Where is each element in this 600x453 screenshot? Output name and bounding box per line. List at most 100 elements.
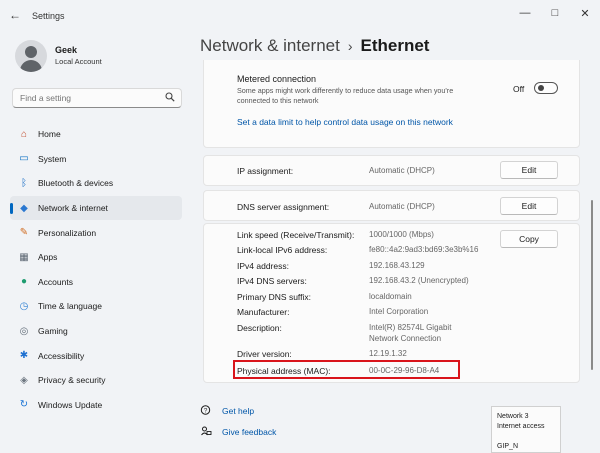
property-label: Description: [237,323,282,333]
accounts-icon: ● [20,276,28,288]
user-name: Geek [55,45,78,55]
property-value: Intel Corporation [369,307,429,316]
ip-assignment-label: IP assignment: [237,166,294,176]
property-label: Primary DNS suffix: [237,292,311,302]
accessibility-icon: ✱ [19,350,29,362]
sidebar-item-time-language[interactable]: ◷ Time & language [10,294,182,319]
sidebar-item-label: Apps [38,252,58,263]
breadcrumb: Network & internet › Ethernet [200,36,429,56]
tooltip-extra: GIP_N [497,443,519,450]
sidebar-item-home[interactable]: ⌂ Home [10,122,182,147]
sidebar-item-label: Network & internet [38,203,108,214]
sidebar-item-system[interactable]: ▭ System [10,147,182,172]
avatar [15,40,47,72]
sidebar-item-label: Time & language [38,301,102,312]
metered-title: Metered connection [237,74,317,84]
property-label: Driver version: [237,349,292,359]
system-icon: ▭ [19,153,29,165]
page-title: Ethernet [360,36,430,55]
property-value: fe80::4a2:9ad3:bd69:3e3b%16 [369,245,479,254]
help-icon: ? [200,405,211,415]
get-help-link[interactable]: Get help [222,406,254,416]
sidebar-nav: ⌂ Home ▭ System ᛒ Bluetooth & devices ◆ Network… [10,122,182,417]
copy-button[interactable]: Copy [500,230,558,248]
dns-assignment-card: DNS server assignment: Automatic (DHCP) … [203,190,580,221]
settings-content: Authentication settings Metered connecti… [203,60,580,393]
mac-highlight-box [233,360,460,379]
title-bar: ← Settings — □ ✕ [0,0,600,30]
search-input[interactable] [13,89,153,107]
tooltip-network-name: Network 3 [497,413,529,420]
ip-assignment-value: Automatic (DHCP) [369,166,435,175]
properties-card: Copy Link speed (Receive/Transmit): 1000… [203,223,580,383]
close-button[interactable]: ✕ [570,4,600,22]
home-icon: ⌂ [20,128,28,140]
property-value-line2: Network Connection [369,334,442,343]
metered-toggle[interactable] [534,82,558,94]
sidebar-item-label: System [38,153,67,164]
sidebar-item-label: Personalization [38,227,97,238]
dns-assignment-value: Automatic (DHCP) [369,202,435,211]
sidebar-item-label: Windows Update [38,399,103,410]
sidebar-item-label: Accounts [38,276,73,287]
app-title: Settings [32,11,65,21]
property-value: 1000/1000 (Mbps) [369,230,434,239]
sidebar-item-label: Accessibility [38,350,85,361]
sidebar-item-bluetooth-devices[interactable]: ᛒ Bluetooth & devices [10,171,182,196]
sidebar-item-gaming[interactable]: ◎ Gaming [10,319,182,344]
property-label: IPv4 DNS servers: [237,276,307,286]
get-help-row[interactable]: ? Get help [200,405,254,416]
property-value: Intel(R) 82574L Gigabit [369,323,452,332]
ip-assignment-card: IP assignment: Automatic (DHCP) Edit [203,155,580,186]
sidebar-item-apps[interactable]: ▦ Apps [10,245,182,270]
sidebar-item-label: Privacy & security [38,375,106,386]
breadcrumb-separator: › [347,38,353,54]
property-label: Link-local IPv6 address: [237,245,328,255]
sidebar-item-label: Home [38,129,61,140]
sidebar-item-label: Bluetooth & devices [38,178,114,189]
search-icon[interactable] [165,92,175,102]
privacy-shield-icon: ◈ [20,374,28,386]
sidebar-item-accounts[interactable]: ● Accounts [10,270,182,295]
sidebar-item-accessibility[interactable]: ✱ Accessibility [10,343,182,368]
minimize-button[interactable]: — [510,4,540,22]
network-tooltip: Network 3 Internet access GIP_N [491,406,561,453]
account-type: Local Account [55,57,102,66]
personalization-icon: ✎ [19,227,29,239]
bluetooth-icon: ᛒ [21,177,27,189]
network-icon: ◆ [20,202,28,214]
sidebar-item-personalization[interactable]: ✎ Personalization [10,220,182,245]
property-value: localdomain [369,292,412,301]
sidebar-item-network-internet[interactable]: ◆ Network & internet [10,195,182,221]
svg-text:?: ? [204,408,208,415]
sidebar-item-windows-update[interactable]: ↻ Windows Update [10,393,182,418]
property-label: Link speed (Receive/Transmit): [237,230,355,240]
data-limit-link[interactable]: Set a data limit to help control data us… [237,117,453,127]
dns-assignment-label: DNS server assignment: [237,202,330,212]
time-language-icon: ◷ [19,300,29,312]
windows-update-icon: ↻ [19,399,29,411]
apps-icon: ▦ [19,251,29,263]
property-value: 192.168.43.2 (Unencrypted) [369,276,469,285]
property-value: 192.168.43.129 [369,261,425,270]
metered-description: Some apps might work differently to redu… [237,86,454,105]
feedback-icon [201,426,212,436]
scrollbar[interactable] [591,200,593,370]
property-value: 12.19.1.32 [369,349,407,358]
give-feedback-link[interactable]: Give feedback [222,427,276,437]
property-label: IPv4 address: [237,261,289,271]
sidebar-item-privacy-security[interactable]: ◈ Privacy & security [10,368,182,393]
property-label: Manufacturer: [237,307,290,317]
ip-edit-button[interactable]: Edit [500,161,558,179]
breadcrumb-parent[interactable]: Network & internet [200,36,340,55]
maximize-button[interactable]: □ [540,4,570,22]
gaming-icon: ◎ [19,325,29,337]
give-feedback-row[interactable]: Give feedback [200,426,276,437]
search-box[interactable] [12,88,182,108]
back-arrow-icon[interactable]: ← [9,8,21,22]
tooltip-status: Internet access [497,423,545,430]
metered-state-label: Off [513,84,525,94]
dns-edit-button[interactable]: Edit [500,197,558,215]
metered-card: Authentication settings Metered connecti… [203,60,580,148]
sidebar-item-label: Gaming [38,326,68,337]
